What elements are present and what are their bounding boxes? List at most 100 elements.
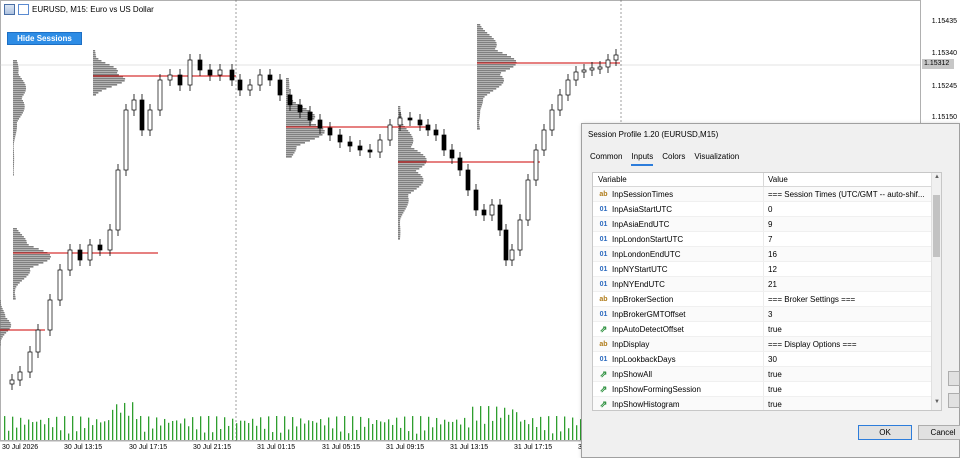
volume-bar bbox=[336, 416, 338, 440]
volume-bar bbox=[104, 421, 106, 440]
volume-bar bbox=[112, 409, 114, 440]
param-value-cell[interactable]: true bbox=[764, 382, 941, 396]
param-name-cell[interactable]: ab InpBrokerSection bbox=[593, 292, 764, 306]
param-value-cell[interactable]: true bbox=[764, 322, 941, 336]
volume-profile-bar bbox=[93, 88, 107, 90]
volume-profile-bar bbox=[13, 76, 21, 78]
chart-icon[interactable] bbox=[18, 4, 29, 15]
volume-profile-bar bbox=[286, 138, 315, 140]
volume-profile-bar bbox=[398, 208, 406, 210]
scrollbar-thumb[interactable] bbox=[933, 195, 940, 257]
volume-profile-bar bbox=[477, 92, 491, 94]
param-value-cell[interactable]: 0 bbox=[764, 202, 941, 216]
param-row[interactable]: 01 InpAsiaEndUTC 9 bbox=[593, 217, 941, 232]
param-row[interactable]: ⇗ InpShowAll true bbox=[593, 367, 941, 382]
volume-profile-bar bbox=[398, 196, 409, 198]
volume-bar bbox=[536, 426, 538, 440]
volume-profile-bar bbox=[398, 210, 405, 212]
param-name-cell[interactable]: 01 InpAsiaEndUTC bbox=[593, 217, 764, 231]
param-name-cell[interactable]: 01 InpAsiaStartUTC bbox=[593, 202, 764, 216]
param-name-cell[interactable]: 01 InpLookbackDays bbox=[593, 352, 764, 366]
value-column-header[interactable]: Value bbox=[764, 173, 941, 186]
candle-body bbox=[425, 124, 431, 131]
volume-bar bbox=[388, 419, 390, 440]
inputs-grid[interactable]: Variable Value ab InpSessionTimes === Sess… bbox=[592, 172, 942, 411]
volume-bar bbox=[256, 425, 258, 440]
param-row[interactable]: 01 InpLondonEndUTC 16 bbox=[593, 247, 941, 262]
window-icon[interactable] bbox=[4, 4, 15, 15]
param-row[interactable]: 01 InpNYStartUTC 12 bbox=[593, 262, 941, 277]
param-name-cell[interactable]: ⇗ InpShowHistogram bbox=[593, 397, 764, 410]
param-name-cell[interactable]: 01 InpLondonEndUTC bbox=[593, 247, 764, 261]
volume-profile-bar bbox=[13, 84, 26, 86]
grid-scrollbar[interactable]: ▲ ▼ bbox=[931, 173, 941, 410]
param-value-cell[interactable]: 12 bbox=[764, 262, 941, 276]
volume-bar bbox=[176, 420, 178, 440]
param-row[interactable]: 01 InpLondonStartUTC 7 bbox=[593, 232, 941, 247]
volume-bar bbox=[68, 433, 70, 440]
param-row[interactable]: ⇗ InpAutoDetectOffset true bbox=[593, 322, 941, 337]
param-row[interactable]: ab InpSessionTimes === Session Times (UTC/… bbox=[593, 187, 941, 202]
volume-bar bbox=[92, 425, 94, 440]
side-button-1[interactable] bbox=[948, 371, 960, 386]
volume-profile-bar bbox=[477, 78, 504, 80]
param-name-cell[interactable]: ⇗ InpShowFormingSession bbox=[593, 382, 764, 396]
param-value-cell[interactable]: === Broker Settings === bbox=[764, 292, 941, 306]
param-value-cell[interactable]: === Session Times (UTC/GMT -- auto-shif.… bbox=[764, 187, 941, 201]
session-profile-dialog: Session Profile 1.20 (EURUSD,M15) Common… bbox=[581, 123, 960, 458]
variable-column-header[interactable]: Variable bbox=[593, 173, 764, 186]
param-value-cell[interactable]: 21 bbox=[764, 277, 941, 291]
volume-profile-bar bbox=[477, 32, 488, 34]
param-name-cell[interactable]: 01 InpLondonStartUTC bbox=[593, 232, 764, 246]
ok-button[interactable]: OK bbox=[858, 425, 912, 440]
param-value-cell[interactable]: 7 bbox=[764, 232, 941, 246]
param-row[interactable]: ⇗ InpShowFormingSession true bbox=[593, 382, 941, 397]
param-row[interactable]: 01 InpNYEndUTC 21 bbox=[593, 277, 941, 292]
scroll-up-icon[interactable]: ▲ bbox=[933, 174, 941, 183]
candle-body bbox=[27, 351, 33, 373]
param-name-cell[interactable]: ⇗ InpAutoDetectOffset bbox=[593, 322, 764, 336]
param-row[interactable]: ⇗ InpShowHistogram true bbox=[593, 397, 941, 410]
volume-profile-bar bbox=[13, 264, 39, 266]
tab-colors[interactable]: Colors bbox=[662, 152, 685, 166]
volume-profile-bar bbox=[93, 60, 102, 62]
param-value-cell[interactable]: 3 bbox=[764, 307, 941, 321]
param-name-cell[interactable]: ⇗ InpShowAll bbox=[593, 367, 764, 381]
tab-inputs[interactable]: Inputs bbox=[631, 152, 654, 166]
volume-profile-bar bbox=[13, 134, 16, 136]
volume-bar bbox=[192, 417, 194, 440]
param-name-cell[interactable]: ab InpSessionTimes bbox=[593, 187, 764, 201]
param-value-cell[interactable]: 16 bbox=[764, 247, 941, 261]
param-name-cell[interactable]: 01 InpBrokerGMTOffset bbox=[593, 307, 764, 321]
side-button-2[interactable] bbox=[948, 393, 960, 408]
volume-profile-bar bbox=[13, 284, 18, 286]
param-name-cell[interactable]: 01 InpNYEndUTC bbox=[593, 277, 764, 291]
cancel-button[interactable]: Cancel bbox=[918, 425, 960, 440]
param-name-cell[interactable]: ab InpDisplay bbox=[593, 337, 764, 351]
tab-visualization[interactable]: Visualization bbox=[694, 152, 739, 166]
scroll-down-icon[interactable]: ▼ bbox=[933, 399, 941, 408]
volume-profile-bar bbox=[93, 92, 99, 94]
param-name: InpAsiaEndUTC bbox=[612, 219, 670, 229]
bool-type-icon: ⇗ bbox=[599, 383, 608, 394]
candle-body bbox=[441, 134, 447, 151]
param-value-cell[interactable]: true bbox=[764, 397, 941, 410]
integer-type-icon: 01 bbox=[599, 310, 608, 318]
volume-bar bbox=[416, 433, 418, 440]
param-value-cell[interactable]: === Display Options === bbox=[764, 337, 941, 351]
dialog-tabs: Common Inputs Colors Visualization bbox=[590, 152, 739, 166]
param-name-cell[interactable]: 01 InpNYStartUTC bbox=[593, 262, 764, 276]
param-row[interactable]: ab InpBrokerSection === Broker Settings ==… bbox=[593, 292, 941, 307]
tab-common[interactable]: Common bbox=[590, 152, 622, 166]
volume-bar bbox=[124, 402, 126, 440]
param-row[interactable]: 01 InpLookbackDays 30 bbox=[593, 352, 941, 367]
param-value-cell[interactable]: true bbox=[764, 367, 941, 381]
param-value-cell[interactable]: 30 bbox=[764, 352, 941, 366]
hide-sessions-button[interactable]: Hide Sessions bbox=[7, 32, 82, 45]
param-value-cell[interactable]: 9 bbox=[764, 217, 941, 231]
param-row[interactable]: 01 InpBrokerGMTOffset 3 bbox=[593, 307, 941, 322]
param-row[interactable]: ab InpDisplay === Display Options === bbox=[593, 337, 941, 352]
volume-bar bbox=[376, 420, 378, 440]
param-row[interactable]: 01 InpAsiaStartUTC 0 bbox=[593, 202, 941, 217]
volume-profile-bar bbox=[13, 92, 25, 94]
